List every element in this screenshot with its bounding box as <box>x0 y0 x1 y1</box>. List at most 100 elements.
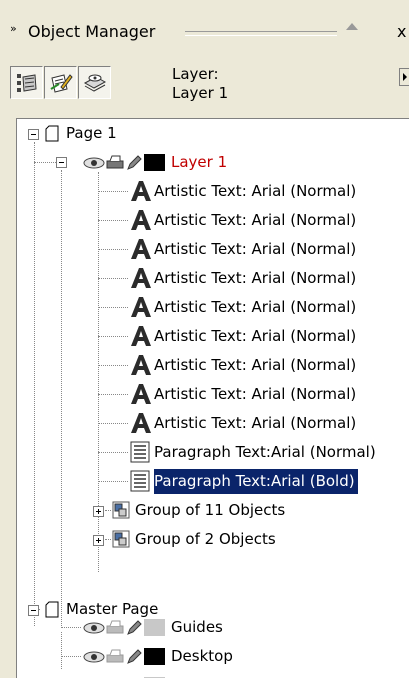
collapse-arrows-icon[interactable]: » <box>10 22 17 35</box>
tree-item-artistic-text[interactable]: Artistic Text: Arial (Normal) <box>17 380 409 409</box>
printer-icon[interactable] <box>106 649 124 665</box>
tree-item-master-layer[interactable]: Guides <box>17 613 409 642</box>
tree-line <box>61 627 81 628</box>
artistic-text-icon <box>131 413 151 433</box>
object-tree: Page 1 Layer 1 Artistic Text: Arial (Nor… <box>16 118 409 678</box>
tree-item-artistic-text[interactable]: Artistic Text: Arial (Normal) <box>17 264 409 293</box>
artistic-text-label: Artistic Text: Arial (Normal) <box>154 327 357 345</box>
layer-manager-view-button[interactable] <box>78 66 111 99</box>
layer-color-swatch[interactable] <box>144 619 165 636</box>
artistic-text-icon <box>131 297 151 317</box>
artistic-text-icon <box>131 384 151 404</box>
tree-line <box>98 365 128 366</box>
tree-item-group[interactable]: Group of 11 Objects <box>17 496 409 525</box>
artistic-text-icon <box>131 181 151 201</box>
artistic-text-label: Artistic Text: Arial (Normal) <box>154 211 357 229</box>
group-label: Group of 2 Objects <box>135 530 276 548</box>
artistic-text-label: Artistic Text: Arial (Normal) <box>154 298 357 316</box>
group-label: Group of 11 Objects <box>135 501 286 519</box>
tree-line <box>98 307 128 308</box>
active-layer-caption: Layer: <box>172 65 219 83</box>
tree-item-artistic-text[interactable]: Artistic Text: Arial (Normal) <box>17 177 409 206</box>
pencil-icon[interactable] <box>126 620 142 636</box>
tree-item-artistic-text[interactable]: Artistic Text: Arial (Normal) <box>17 409 409 438</box>
close-icon[interactable]: x <box>397 22 406 41</box>
active-layer-indicator: Layer: Layer 1 <box>172 65 228 103</box>
object-properties-icon <box>17 74 37 92</box>
artistic-text-label: Artistic Text: Arial (Normal) <box>154 414 357 432</box>
layer-label: Layer 1 <box>171 153 228 171</box>
paragraph-text-icon <box>130 441 150 463</box>
tree-item-paragraph-text[interactable]: Paragraph Text:Arial (Bold) <box>17 467 409 496</box>
group-icon <box>112 501 130 519</box>
artistic-text-label: Artistic Text: Arial (Normal) <box>154 269 357 287</box>
tree-line <box>98 423 128 424</box>
tree-item-artistic-text[interactable]: Artistic Text: Arial (Normal) <box>17 293 409 322</box>
tree-line <box>98 394 128 395</box>
tree-line <box>98 481 128 482</box>
page-label: Page 1 <box>66 124 117 142</box>
tree-item-layer[interactable]: Layer 1 <box>17 148 409 177</box>
tree-item-page[interactable]: Page 1 <box>17 119 409 148</box>
docker-titlebar[interactable]: » Object Manager x <box>0 18 409 48</box>
printer-icon[interactable] <box>106 155 124 171</box>
active-layer-name: Layer 1 <box>172 84 229 102</box>
artistic-text-icon <box>131 239 151 259</box>
tree-line <box>105 539 111 540</box>
title-grip-line <box>185 35 337 36</box>
paragraph-text-label: Paragraph Text:Arial (Bold) <box>154 469 358 494</box>
artistic-text-label: Artistic Text: Arial (Normal) <box>154 385 357 403</box>
paragraph-text-label: Paragraph Text:Arial (Normal) <box>154 443 376 461</box>
visibility-eye-icon[interactable] <box>83 157 105 169</box>
tree-line <box>98 336 128 337</box>
pencil-icon[interactable] <box>126 155 142 171</box>
master-layer-label: Guides <box>171 618 223 636</box>
artistic-text-icon <box>131 210 151 230</box>
tree-item-paragraph-text[interactable]: Paragraph Text:Arial (Normal) <box>17 438 409 467</box>
master-layer-label: Desktop <box>171 647 233 665</box>
group-icon <box>112 530 130 548</box>
object-manager-toolbar: Layer: Layer 1 <box>0 56 409 112</box>
tree-line <box>98 249 128 250</box>
paragraph-text-icon <box>130 470 150 492</box>
visibility-eye-icon[interactable] <box>83 622 105 634</box>
docker-title: Object Manager <box>28 22 156 41</box>
tree-line <box>98 452 128 453</box>
tree-item-master-layer[interactable]: Desktop <box>17 642 409 671</box>
tree-line <box>34 162 56 163</box>
tree-line <box>61 656 81 657</box>
edit-layers-icon <box>50 74 73 93</box>
show-object-properties-button[interactable] <box>10 66 43 99</box>
printer-icon[interactable] <box>106 620 124 636</box>
roll-up-icon[interactable] <box>346 23 358 30</box>
collapse-icon[interactable] <box>56 157 67 168</box>
artistic-text-label: Artistic Text: Arial (Normal) <box>154 182 357 200</box>
pencil-icon[interactable] <box>126 649 142 665</box>
tree-item-group[interactable]: Group of 2 Objects <box>17 525 409 554</box>
artistic-text-icon <box>131 268 151 288</box>
tree-line <box>105 510 111 511</box>
layer-manager-icon <box>83 74 107 92</box>
object-manager-docker: » Object Manager x Layer: Layer 1 Page 1… <box>0 0 409 678</box>
visibility-eye-icon[interactable] <box>83 651 105 663</box>
artistic-text-icon <box>131 355 151 375</box>
flyout-menu-button[interactable] <box>399 68 409 86</box>
page-icon <box>45 125 59 142</box>
tree-item-artistic-text[interactable]: Artistic Text: Arial (Normal) <box>17 206 409 235</box>
expand-icon[interactable] <box>93 506 104 517</box>
artistic-text-label: Artistic Text: Arial (Normal) <box>154 240 357 258</box>
tree-line <box>98 220 128 221</box>
tree-item-artistic-text[interactable]: Artistic Text: Arial (Normal) <box>17 235 409 264</box>
title-grip-line <box>185 31 337 32</box>
tree-item-artistic-text[interactable]: Artistic Text: Arial (Normal) <box>17 351 409 380</box>
tree-line <box>98 191 128 192</box>
layer-color-swatch[interactable] <box>144 154 165 171</box>
artistic-text-label: Artistic Text: Arial (Normal) <box>154 356 357 374</box>
collapse-icon[interactable] <box>28 129 39 140</box>
edit-across-layers-button[interactable] <box>44 66 77 99</box>
layer-color-swatch[interactable] <box>144 648 165 665</box>
artistic-text-icon <box>131 326 151 346</box>
tree-item-artistic-text[interactable]: Artistic Text: Arial (Normal) <box>17 322 409 351</box>
expand-icon[interactable] <box>93 535 104 546</box>
tree-line <box>98 278 128 279</box>
